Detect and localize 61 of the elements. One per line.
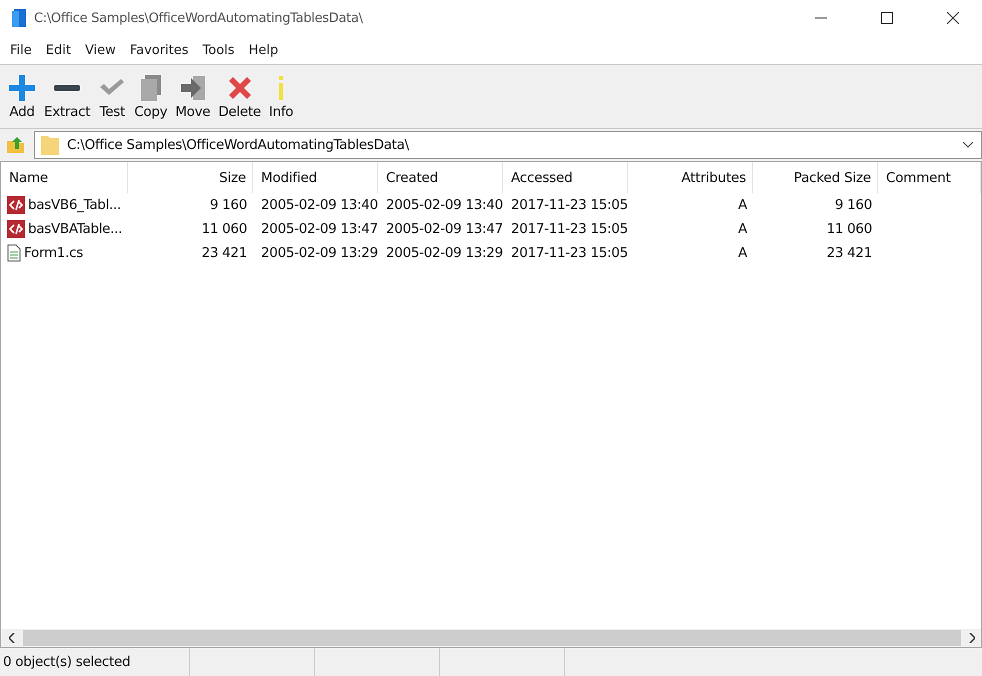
column-header[interactable]: Created <box>378 162 503 193</box>
table-cell-text: 23 421 <box>826 245 873 261</box>
menu-item[interactable]: Tools <box>196 42 241 58</box>
dropdown-icon[interactable] <box>963 142 973 148</box>
window-title: C:\Office Samples\OfficeWordAutomatingTablesData\ <box>34 10 363 26</box>
table-cell-text: 2005-02-09 13:47 <box>260 221 378 237</box>
table-cell-text: A <box>737 197 748 213</box>
arrow-icon <box>178 74 207 102</box>
column-header[interactable]: Packed Size <box>753 162 878 193</box>
table-cell-text: 2017-11-23 15:05 <box>510 245 628 261</box>
code-file-icon <box>7 196 25 214</box>
status-text: 0 object(s) selected <box>0 648 190 676</box>
table-cell-text: 9 160 <box>208 197 248 213</box>
toolbar-button[interactable]: Info <box>264 70 298 124</box>
folder-icon <box>41 135 59 155</box>
plus-icon <box>8 74 36 102</box>
maximize-icon[interactable] <box>881 12 893 24</box>
folder-up-icon[interactable] <box>6 135 26 155</box>
table-cell-text: 2005-02-09 13:29 <box>385 245 503 261</box>
minus-icon <box>54 84 80 90</box>
table-cell-text: 2005-02-09 13:47 <box>385 221 503 237</box>
table-cell-text: 2005-02-09 13:40 <box>260 197 378 213</box>
table-cell-text: A <box>737 221 748 237</box>
table-cell-text: 2017-11-23 15:05 <box>510 197 628 213</box>
menu-item[interactable]: Help <box>242 42 284 58</box>
menu-item[interactable]: Edit <box>40 42 77 58</box>
column-header[interactable]: Modified <box>253 162 378 193</box>
menu-item[interactable]: File <box>4 42 38 58</box>
file-name[interactable]: basVB6_Tabl... <box>28 197 121 213</box>
column-header[interactable]: Size <box>128 162 253 193</box>
app-icon <box>12 9 26 27</box>
table-cell-text: 2005-02-09 13:29 <box>260 245 378 261</box>
menu-item[interactable]: Favorites <box>124 42 195 58</box>
toolbar-button[interactable]: Copy <box>130 70 172 124</box>
toolbar-button[interactable]: Test <box>94 70 130 124</box>
scroll-right-icon[interactable] <box>969 633 975 643</box>
column-header[interactable]: Name <box>1 162 128 193</box>
file-name[interactable]: basVBATable... <box>28 221 122 237</box>
scrollbar-thumb[interactable] <box>23 630 961 646</box>
table-cell-text: 9 160 <box>834 197 873 213</box>
table-cell-text: 11 060 <box>826 221 873 237</box>
column-header[interactable]: Accessed <box>503 162 628 193</box>
scroll-left-icon[interactable] <box>9 633 15 643</box>
table-cell-text: 11 060 <box>200 221 248 237</box>
toolbar-button[interactable]: Delete <box>214 70 265 124</box>
info-icon <box>279 76 284 100</box>
toolbar-button[interactable]: Extract <box>40 70 94 124</box>
code-file-icon <box>7 220 25 238</box>
column-header[interactable]: Attributes <box>628 162 753 193</box>
close-icon[interactable] <box>947 12 959 24</box>
toolbar-button[interactable]: Move <box>171 70 214 124</box>
table-cell-text: 2005-02-09 13:40 <box>385 197 503 213</box>
column-header[interactable]: Comment <box>878 162 981 193</box>
address-field[interactable]: C:\Office Samples\OfficeWordAutomatingTablesData\ <box>34 131 982 159</box>
table-cell-text: A <box>737 245 748 261</box>
file-name[interactable]: Form1.cs <box>24 245 83 261</box>
text-file-icon <box>7 244 21 262</box>
menu-item[interactable]: View <box>78 42 122 58</box>
toolbar-button[interactable]: Add <box>4 70 40 124</box>
table-cell-text: 23 421 <box>200 245 248 261</box>
table-cell-text: 2017-11-23 15:05 <box>510 221 628 237</box>
